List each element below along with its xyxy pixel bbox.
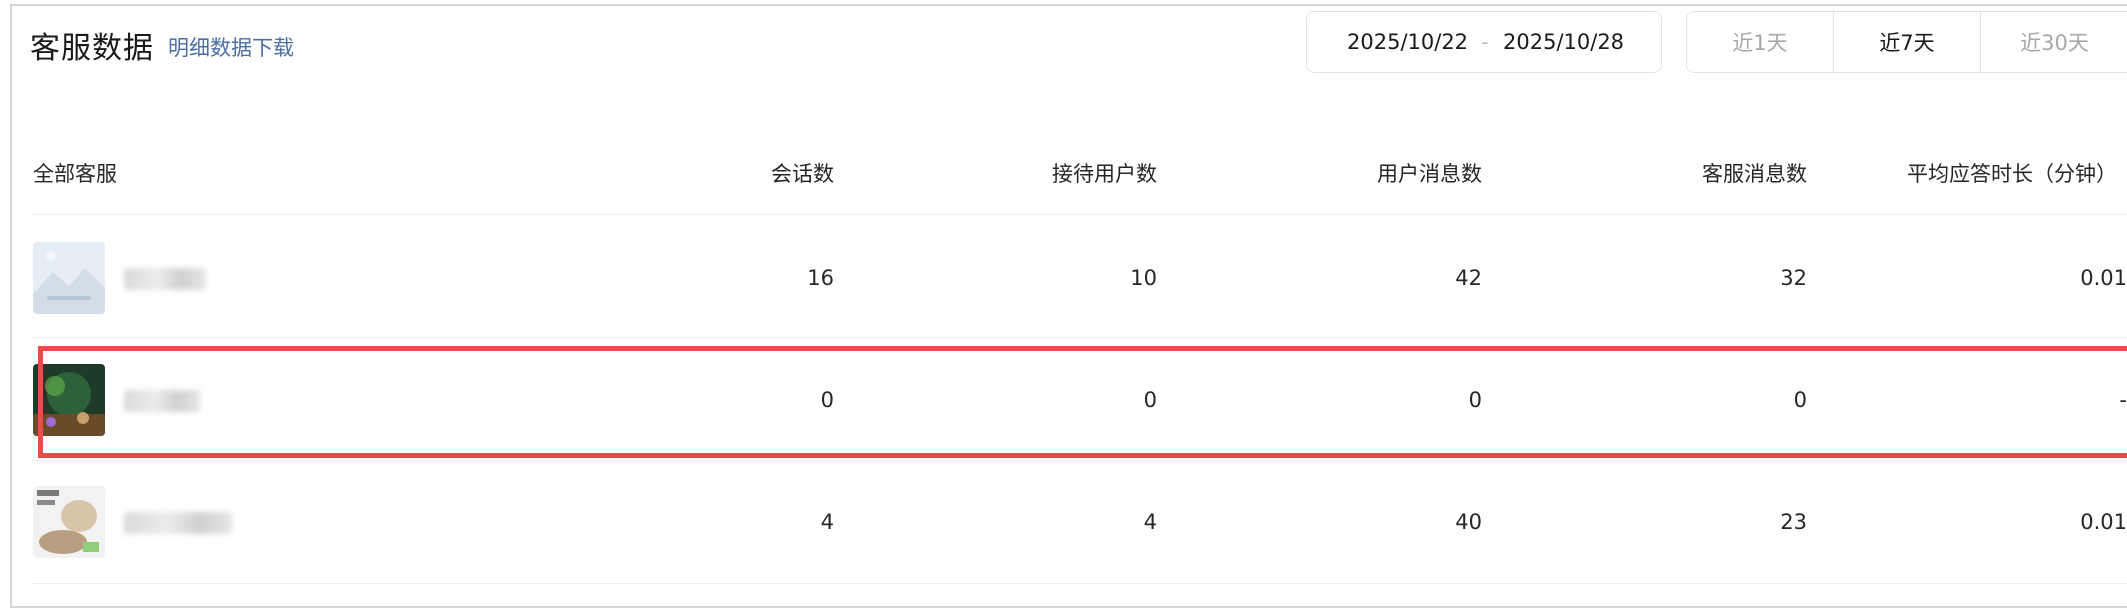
agent-name-redacted [124,512,232,534]
cell-agent-messages: 0 [1793,388,1807,412]
date-separator: - [1481,30,1489,54]
detail-download-link[interactable]: 明细数据下载 [168,32,294,62]
agent-name-redacted [124,390,200,412]
cell-users: 4 [1143,510,1157,534]
cell-user-messages: 0 [1468,388,1482,412]
column-header-agent[interactable]: 全部客服 [33,158,117,188]
cat-photo-avatar [33,486,105,558]
date-range-picker[interactable]: 2025/10/22 - 2025/10/28 [1306,11,1662,73]
column-header-sessions: 会话数 [771,162,834,186]
cell-users: 0 [1143,388,1157,412]
cell-users: 10 [1130,266,1157,290]
cell-agent-messages: 23 [1780,510,1807,534]
cell-avg-response: 0.01 [2080,266,2127,290]
column-header-avg-response: 平均应答时长（分钟） [1907,162,2117,186]
cell-avg-response: - [2119,388,2127,412]
period-tabs: 近1天 近7天 近30天 [1686,11,2127,73]
tab-last-30-days[interactable]: 近30天 [1981,12,2127,72]
page-title: 客服数据 [30,31,154,66]
row-divider [32,583,2127,584]
cell-sessions: 4 [820,510,834,534]
cell-user-messages: 40 [1455,510,1482,534]
date-start[interactable]: 2025/10/22 [1347,30,1468,54]
panel-frame [10,4,2127,608]
column-header-agent-messages: 客服消息数 [1702,162,1807,186]
row-divider [32,337,2127,338]
cell-sessions: 16 [807,266,834,290]
column-header-user-messages: 用户消息数 [1377,162,1482,186]
row-divider [32,460,2127,461]
placeholder-image-icon [33,242,105,314]
date-end[interactable]: 2025/10/28 [1503,30,1624,54]
cell-sessions: 0 [820,388,834,412]
cell-avg-response: 0.01 [2080,510,2127,534]
tab-last-1-day[interactable]: 近1天 [1687,12,1834,72]
tab-last-7-days[interactable]: 近7天 [1834,12,1981,72]
header-divider [32,214,2127,215]
cell-agent-messages: 32 [1780,266,1807,290]
forest-scene-avatar [33,364,105,436]
column-header-users: 接待用户数 [1052,162,1157,186]
cell-user-messages: 42 [1455,266,1482,290]
agent-name-redacted [124,268,206,290]
